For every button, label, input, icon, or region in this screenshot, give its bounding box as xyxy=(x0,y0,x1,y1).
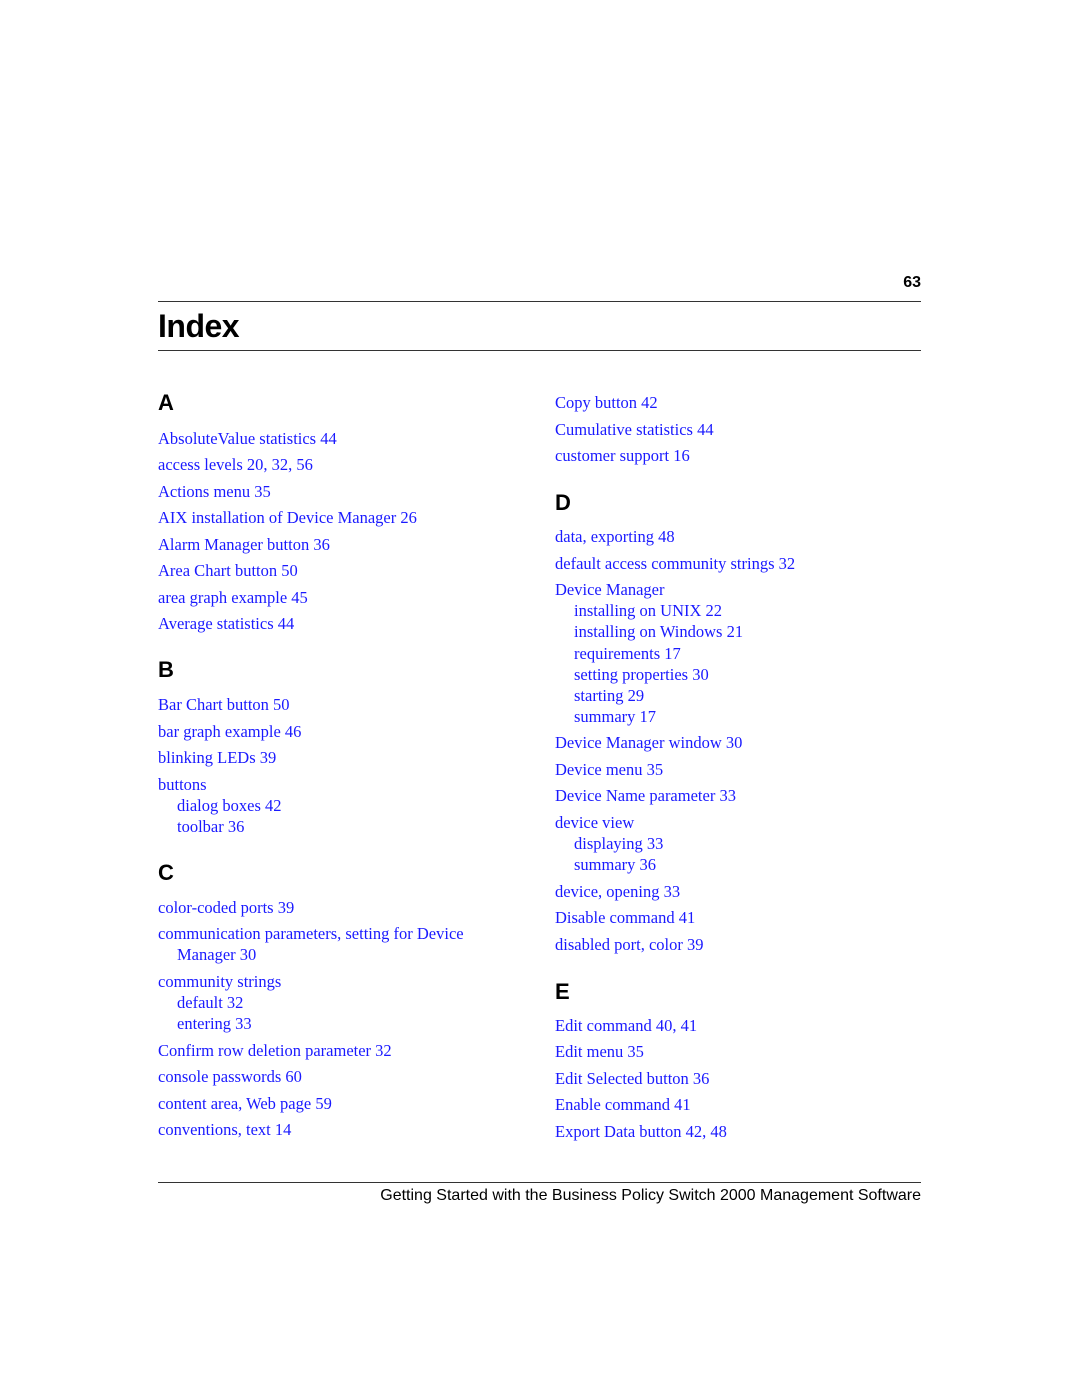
index-entry[interactable]: Actions menu 35 xyxy=(158,481,271,502)
index-entry[interactable]: Cumulative statistics 44 xyxy=(555,419,714,440)
index-entry[interactable]: Export Data button 42, 48 xyxy=(555,1121,727,1142)
index-entry[interactable]: Device Manager window 30 xyxy=(555,732,742,753)
section-letter-e: E xyxy=(555,979,570,1004)
index-entry[interactable]: community strings xyxy=(158,971,281,992)
index-entry[interactable]: customer support 16 xyxy=(555,445,690,466)
footer-book-title: Getting Started with the Business Policy… xyxy=(380,1187,921,1204)
header-rule xyxy=(158,301,921,302)
section-letter-d: D xyxy=(555,490,571,515)
index-entry[interactable]: Confirm row deletion parameter 32 xyxy=(158,1040,392,1061)
index-entry[interactable]: conventions, text 14 xyxy=(158,1119,291,1140)
index-entry[interactable]: AbsoluteValue statistics 44 xyxy=(158,428,337,449)
index-entry[interactable]: disabled port, color 39 xyxy=(555,934,703,955)
section-letter-a: A xyxy=(158,390,174,415)
index-entry[interactable]: default access community strings 32 xyxy=(555,553,795,574)
page-title: Index xyxy=(158,308,240,344)
index-entry[interactable]: Area Chart button 50 xyxy=(158,560,298,581)
index-subentry[interactable]: summary 17 xyxy=(555,706,656,727)
index-subentry[interactable]: requirements 17 xyxy=(555,643,681,664)
index-entry[interactable]: Average statistics 44 xyxy=(158,613,294,634)
index-entry[interactable]: buttons xyxy=(158,774,207,795)
index-entry[interactable]: Alarm Manager button 36 xyxy=(158,534,330,555)
index-subentry[interactable]: setting properties 30 xyxy=(555,664,709,685)
index-entry-continuation[interactable]: Manager 30 xyxy=(158,944,256,965)
title-rule xyxy=(158,350,921,351)
index-entry[interactable]: Disable command 41 xyxy=(555,907,695,928)
index-entry[interactable]: communication parameters, setting for De… xyxy=(158,923,464,944)
index-entry[interactable]: Device menu 35 xyxy=(555,759,663,780)
index-entry[interactable]: bar graph example 46 xyxy=(158,721,301,742)
index-subentry[interactable]: starting 29 xyxy=(555,685,644,706)
index-entry[interactable]: area graph example 45 xyxy=(158,587,308,608)
index-entry[interactable]: Device Name parameter 33 xyxy=(555,785,736,806)
index-subentry[interactable]: installing on UNIX 22 xyxy=(555,600,722,621)
index-subentry[interactable]: toolbar 36 xyxy=(158,816,244,837)
index-entry[interactable]: console passwords 60 xyxy=(158,1066,302,1087)
index-entry[interactable]: Bar Chart button 50 xyxy=(158,694,290,715)
index-entry[interactable]: device, opening 33 xyxy=(555,881,680,902)
index-subentry[interactable]: default 32 xyxy=(158,992,243,1013)
index-entry[interactable]: Edit command 40, 41 xyxy=(555,1015,697,1036)
index-subentry[interactable]: entering 33 xyxy=(158,1013,252,1034)
index-entry[interactable]: data, exporting 48 xyxy=(555,526,675,547)
index-entry[interactable]: access levels 20, 32, 56 xyxy=(158,454,313,475)
index-entry[interactable]: Edit menu 35 xyxy=(555,1041,644,1062)
index-entry[interactable]: blinking LEDs 39 xyxy=(158,747,276,768)
index-entry[interactable]: device view xyxy=(555,812,634,833)
index-subentry[interactable]: installing on Windows 21 xyxy=(555,621,743,642)
index-entry[interactable]: Copy button 42 xyxy=(555,392,658,413)
index-entry[interactable]: content area, Web page 59 xyxy=(158,1093,332,1114)
index-subentry[interactable]: summary 36 xyxy=(555,854,656,875)
footer-rule xyxy=(158,1182,921,1183)
section-letter-c: C xyxy=(158,860,174,885)
index-subentry[interactable]: dialog boxes 42 xyxy=(158,795,282,816)
section-letter-b: B xyxy=(158,657,174,682)
index-entry[interactable]: color-coded ports 39 xyxy=(158,897,294,918)
index-subentry[interactable]: displaying 33 xyxy=(555,833,663,854)
index-entry[interactable]: Edit Selected button 36 xyxy=(555,1068,709,1089)
page-number: 63 xyxy=(903,274,921,291)
index-entry[interactable]: Device Manager xyxy=(555,579,664,600)
index-entry[interactable]: Enable command 41 xyxy=(555,1094,691,1115)
index-entry[interactable]: AIX installation of Device Manager 26 xyxy=(158,507,417,528)
